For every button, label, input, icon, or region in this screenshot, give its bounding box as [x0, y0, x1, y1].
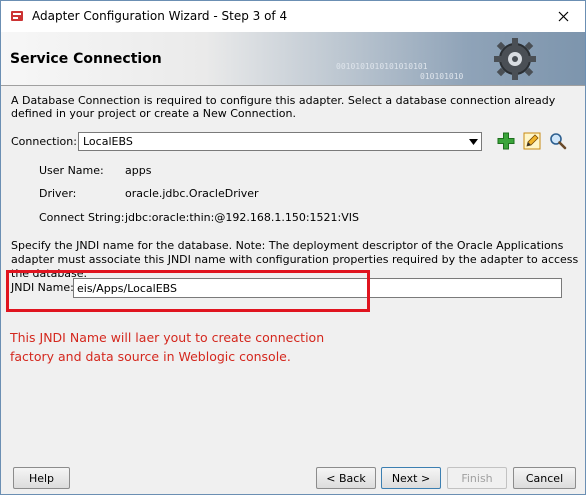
title-bar: Adapter Configuration Wizard - Step 3 of…	[1, 1, 585, 32]
connection-description: A Database Connection is required to con…	[11, 94, 556, 120]
chevron-down-icon	[469, 139, 478, 145]
driver-label: Driver:	[39, 187, 77, 200]
connection-selected-value: LocalEBS	[83, 135, 133, 148]
cancel-button[interactable]: Cancel	[513, 467, 576, 489]
connection-label: Connection:	[11, 135, 77, 148]
gear-icon	[494, 38, 536, 80]
jndi-name-value: eis/Apps/LocalEBS	[77, 282, 177, 295]
connect-string-label: Connect String:	[39, 211, 125, 224]
search-icon[interactable]	[549, 132, 567, 150]
annotation-line-1: This JNDI Name will laer yout to create …	[10, 330, 325, 345]
header-banner: Service Connection 0010101010101010101 0…	[1, 32, 585, 86]
connect-string-value: jdbc:oracle:thin:@192.168.1.150:1521:VIS	[125, 211, 359, 224]
window-title: Adapter Configuration Wizard - Step 3 of…	[32, 9, 288, 23]
connection-select[interactable]: LocalEBS	[78, 132, 482, 151]
jndi-description: Specify the JNDI name for the database. …	[11, 239, 579, 280]
add-icon[interactable]	[497, 132, 515, 150]
binary-text-2: 010101010	[420, 72, 464, 81]
user-name-value: apps	[125, 164, 152, 177]
app-icon	[11, 11, 23, 21]
jndi-name-input[interactable]: eis/Apps/LocalEBS	[73, 278, 562, 298]
binary-decoration: 0010101010101010101 010101010	[336, 62, 464, 81]
page-title: Service Connection	[10, 51, 162, 67]
driver-value: oracle.jdbc.OracleDriver	[125, 187, 259, 200]
edit-icon[interactable]	[523, 132, 541, 150]
finish-button: Finish	[447, 467, 507, 489]
binary-text-1: 0010101010101010101	[336, 62, 428, 71]
back-button[interactable]: < Back	[316, 467, 376, 489]
help-button[interactable]: Help	[13, 467, 70, 489]
wizard-window: Adapter Configuration Wizard - Step 3 of…	[0, 0, 586, 495]
annotation-line-2: factory and data source in Weblogic cons…	[10, 349, 291, 364]
user-name-label: User Name:	[39, 164, 104, 177]
next-button[interactable]: Next >	[381, 467, 441, 489]
annotation-note: This JNDI Name will laer yout to create …	[10, 328, 390, 366]
close-icon	[558, 11, 568, 21]
jndi-name-label: JNDI Name:	[11, 281, 74, 294]
close-button[interactable]	[541, 1, 585, 31]
